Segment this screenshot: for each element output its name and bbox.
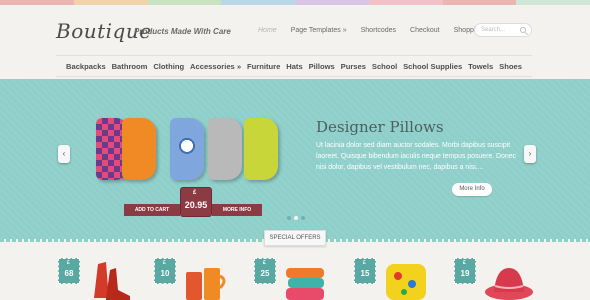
category-hats[interactable]: Hats: [286, 62, 302, 71]
slide-title: Designer Pillows: [316, 118, 444, 136]
more-info-ribbon-button[interactable]: MORE INFO: [212, 204, 262, 216]
nav-shortcodes[interactable]: Shortcodes: [361, 27, 396, 34]
price-badge: 10: [154, 258, 176, 284]
category-pillows[interactable]: Pillows: [309, 62, 335, 71]
slider-dot[interactable]: [294, 216, 298, 220]
nav-checkout[interactable]: Checkout: [410, 27, 440, 34]
product-card[interactable]: 15: [354, 258, 444, 300]
pillow-grey: [208, 118, 242, 180]
red-shoes-icon: [94, 262, 130, 300]
price-tag: 20.95: [180, 187, 212, 217]
slider-dot[interactable]: [301, 216, 305, 220]
chevron-left-icon: ‹: [62, 149, 66, 158]
slider-next-arrow[interactable]: ›: [524, 145, 536, 163]
category-towels[interactable]: Towels: [468, 62, 493, 71]
search-icon[interactable]: [520, 27, 526, 33]
category-shoes[interactable]: Shoes: [499, 62, 522, 71]
product-card[interactable]: 19: [454, 258, 544, 300]
nav-home[interactable]: Home: [258, 27, 277, 34]
category-clothing[interactable]: Clothing: [153, 62, 184, 71]
header: Boutique Products Made With Care Home Pa…: [0, 5, 590, 53]
pillow-orange: [122, 118, 156, 180]
special-offers-tab[interactable]: SPECIAL OFFERS: [264, 230, 326, 246]
price-badge: 19: [454, 258, 476, 284]
product-card[interactable]: 10: [154, 258, 244, 300]
pillow-green: [244, 118, 278, 180]
slider-pagination: [287, 216, 305, 220]
price-badge: 15: [354, 258, 376, 284]
product-card[interactable]: 25: [254, 258, 344, 300]
pillow-blue-pattern: [170, 118, 204, 180]
category-furniture[interactable]: Furniture: [247, 62, 280, 71]
category-purses[interactable]: Purses: [341, 62, 366, 71]
search-input[interactable]: Search...: [474, 23, 532, 37]
category-school-supplies[interactable]: School Supplies: [403, 62, 462, 71]
towels-icon: [286, 268, 324, 300]
mugs-icon: [186, 268, 226, 300]
tagline: Products Made With Care: [134, 27, 231, 36]
more-info-button[interactable]: More Info: [452, 183, 492, 196]
product-card[interactable]: 68: [58, 258, 148, 300]
slide-description: Ut lacinia dolor sed diam auctor sodales…: [316, 142, 516, 171]
category-bathroom[interactable]: Bathroom: [112, 62, 148, 71]
category-school[interactable]: School: [372, 62, 397, 71]
pillows-image: [96, 118, 278, 188]
add-to-cart-button[interactable]: ADD TO CART: [124, 204, 180, 216]
category-accessories[interactable]: Accessories »: [190, 62, 241, 71]
nav-page-templates[interactable]: Page Templates »: [291, 27, 347, 34]
price-badge: 25: [254, 258, 276, 284]
hat-icon: [485, 268, 533, 300]
category-backpacks[interactable]: Backpacks: [66, 62, 106, 71]
chevron-right-icon: ›: [528, 149, 532, 158]
slider-dot[interactable]: [287, 216, 291, 220]
cushion-icon: [386, 264, 426, 300]
slider-prev-arrow[interactable]: ‹: [58, 145, 70, 163]
price-badge: 68: [58, 258, 80, 284]
top-nav: Home Page Templates » Shortcodes Checkou…: [258, 27, 498, 34]
category-nav: Backpacks Bathroom Clothing Accessories …: [56, 55, 532, 77]
